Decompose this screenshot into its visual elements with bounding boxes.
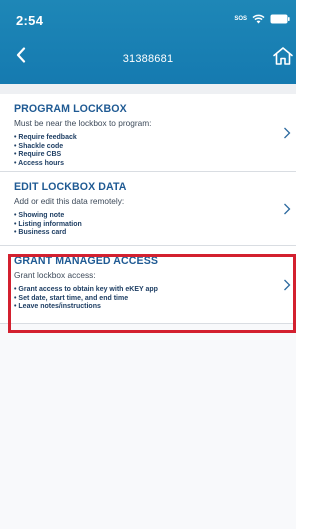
bullet-item: • Leave notes/instructions [14, 303, 101, 310]
bullet-list: • Showing note • Listing information • B… [14, 212, 272, 238]
status-icons: SOS [234, 14, 290, 24]
phone-screen: 2:54 SOS 31388681 PROGRAM LOCKBOX Must b… [0, 0, 296, 529]
chevron-right-icon [284, 127, 291, 138]
section-title: PROGRAM LOCKBOX [14, 103, 127, 115]
program-lockbox-row[interactable]: PROGRAM LOCKBOX Must be near the lockbox… [0, 94, 296, 172]
bullet-item: • Listing information [14, 220, 82, 228]
chevron-right-icon [284, 203, 291, 214]
section-title: GRANT MANAGED ACCESS [14, 255, 159, 267]
bullet-item: • Access hours [14, 159, 65, 167]
menu-list: PROGRAM LOCKBOX Must be near the lockbox… [0, 84, 296, 529]
top-spacer [0, 84, 296, 94]
wifi-icon [252, 14, 265, 24]
app-header: 2:54 SOS 31388681 [0, 0, 296, 84]
bullet-item: • Grant access to obtain key with eKEY a… [14, 286, 158, 293]
bullet-item: • Require feedback [14, 134, 77, 141]
home-button[interactable] [272, 46, 294, 66]
bullet-item: • Set date, start time, and end time [14, 294, 129, 302]
status-time: 2:54 [16, 13, 44, 28]
bullet-list: • Require feedback • Shackle code • Requ… [14, 134, 272, 168]
home-icon [273, 47, 293, 65]
grant-managed-access-row[interactable]: GRANT MANAGED ACCESS Grant lockbox acces… [0, 246, 296, 324]
bullet-list: • Grant access to obtain key with eKEY a… [14, 286, 272, 312]
bullet-item: • Shackle code [14, 142, 64, 150]
bullet-item: • Showing note [14, 212, 65, 219]
lockbox-number-title: 31388681 [122, 53, 174, 65]
sos-indicator: SOS [234, 15, 247, 22]
section-title: EDIT LOCKBOX DATA [14, 181, 127, 193]
section-subtitle: Must be near the lockbox to program: [14, 118, 152, 128]
edit-lockbox-data-row[interactable]: EDIT LOCKBOX DATA Add or edit this data … [0, 172, 296, 246]
bullet-item: • Business card [14, 229, 67, 236]
section-subtitle: Add or edit this data remotely: [14, 196, 125, 206]
battery-icon [270, 14, 290, 24]
chevron-right-icon [284, 279, 291, 290]
section-subtitle: Grant lockbox access: [14, 270, 96, 280]
bullet-item: • Require CBS [14, 151, 62, 158]
